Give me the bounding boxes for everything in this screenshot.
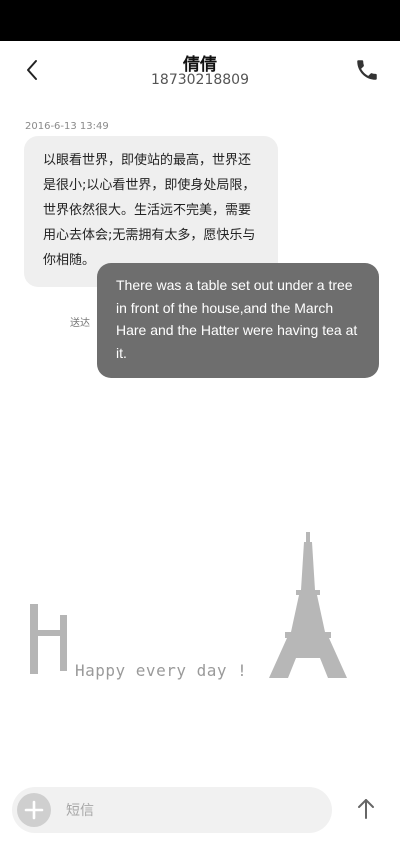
send-button[interactable] <box>352 795 380 823</box>
happy-letter-h-icon <box>30 604 67 674</box>
message-input-container <box>12 787 332 835</box>
call-button[interactable] <box>354 57 380 83</box>
add-attachment-button[interactable] <box>17 793 51 827</box>
outgoing-message-bubble[interactable]: There was a table set out under a tree i… <box>97 263 379 378</box>
conversation-header: 倩倩 18730218809 <box>0 41 400 101</box>
eiffel-tower-icon <box>269 532 347 678</box>
decorative-text: Happy every day ! <box>75 661 248 680</box>
status-bar <box>0 0 400 41</box>
message-composer <box>0 780 400 844</box>
arrow-up-icon <box>358 799 374 819</box>
sent-status: 送达 <box>70 318 90 329</box>
message-input[interactable] <box>64 787 318 835</box>
plus-icon <box>24 800 44 820</box>
phone-icon <box>357 60 377 80</box>
message-timestamp: 2016-6-13 13:49 <box>25 121 109 132</box>
contact-number: 18730218809 <box>151 72 249 88</box>
